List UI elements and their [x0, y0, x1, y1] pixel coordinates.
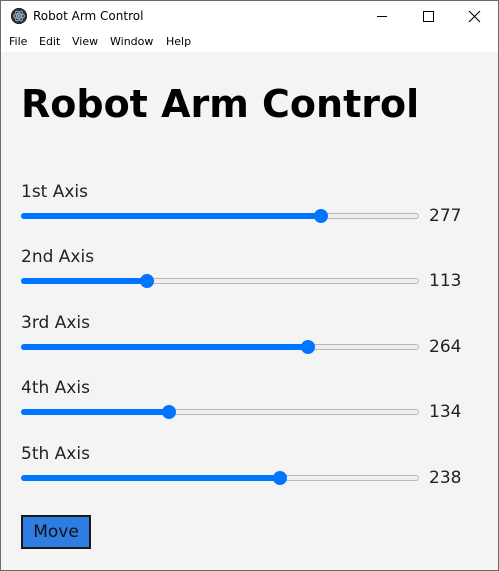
app-window: Robot Arm Control File Edit View Window … — [0, 0, 499, 571]
axis-slider-fill — [21, 409, 169, 415]
axis-value: 264 — [429, 337, 462, 357]
axis-slider-fill — [21, 278, 147, 284]
axis-slider-track[interactable] — [21, 344, 419, 350]
axis-slider-thumb[interactable] — [140, 274, 154, 288]
axis-slider-fill — [21, 475, 280, 481]
menu-bar: File Edit View Window Help — [1, 32, 498, 52]
axis-control-5: 5th Axis 238 — [1, 444, 498, 504]
axis-control-1: 1st Axis 277 — [1, 182, 498, 242]
axis-control-2: 2nd Axis 113 — [1, 247, 498, 307]
maximize-button[interactable] — [405, 1, 451, 32]
axis-value: 113 — [429, 271, 462, 291]
minimize-button[interactable] — [359, 1, 405, 32]
move-button[interactable]: Move — [21, 515, 91, 549]
close-icon — [468, 10, 481, 23]
minimize-icon — [377, 16, 387, 17]
axis-slider-track[interactable] — [21, 278, 419, 284]
maximize-icon — [423, 11, 434, 22]
menu-edit[interactable]: Edit — [39, 35, 60, 48]
axis-slider-track[interactable] — [21, 409, 419, 415]
title-bar[interactable]: Robot Arm Control — [1, 1, 498, 32]
axis-label: 2nd Axis — [21, 247, 95, 267]
axis-slider-fill — [21, 344, 308, 350]
axis-slider-fill — [21, 213, 321, 219]
close-button[interactable] — [451, 1, 497, 32]
menu-file[interactable]: File — [9, 35, 27, 48]
menu-window[interactable]: Window — [110, 35, 153, 48]
axis-slider-track[interactable] — [21, 213, 419, 219]
axis-slider-track[interactable] — [21, 475, 419, 481]
menu-help[interactable]: Help — [166, 35, 191, 48]
axis-slider-thumb[interactable] — [314, 209, 328, 223]
page-title: Robot Arm Control — [21, 82, 420, 126]
axis-value: 277 — [429, 206, 462, 226]
axis-label: 3rd Axis — [21, 313, 90, 333]
axis-control-3: 3rd Axis 264 — [1, 313, 498, 373]
main-content: Robot Arm Control 1st Axis 277 2nd Axis … — [1, 52, 498, 570]
axis-slider-thumb[interactable] — [273, 471, 287, 485]
axis-control-4: 4th Axis 134 — [1, 378, 498, 438]
axis-label: 1st Axis — [21, 182, 89, 202]
axis-slider-thumb[interactable] — [301, 340, 315, 354]
window-title: Robot Arm Control — [33, 9, 144, 23]
axis-label: 5th Axis — [21, 444, 90, 464]
axis-value: 238 — [429, 468, 462, 488]
menu-view[interactable]: View — [72, 35, 98, 48]
axis-label: 4th Axis — [21, 378, 90, 398]
electron-app-icon — [11, 8, 27, 24]
axis-slider-thumb[interactable] — [162, 405, 176, 419]
axis-value: 134 — [429, 402, 462, 422]
